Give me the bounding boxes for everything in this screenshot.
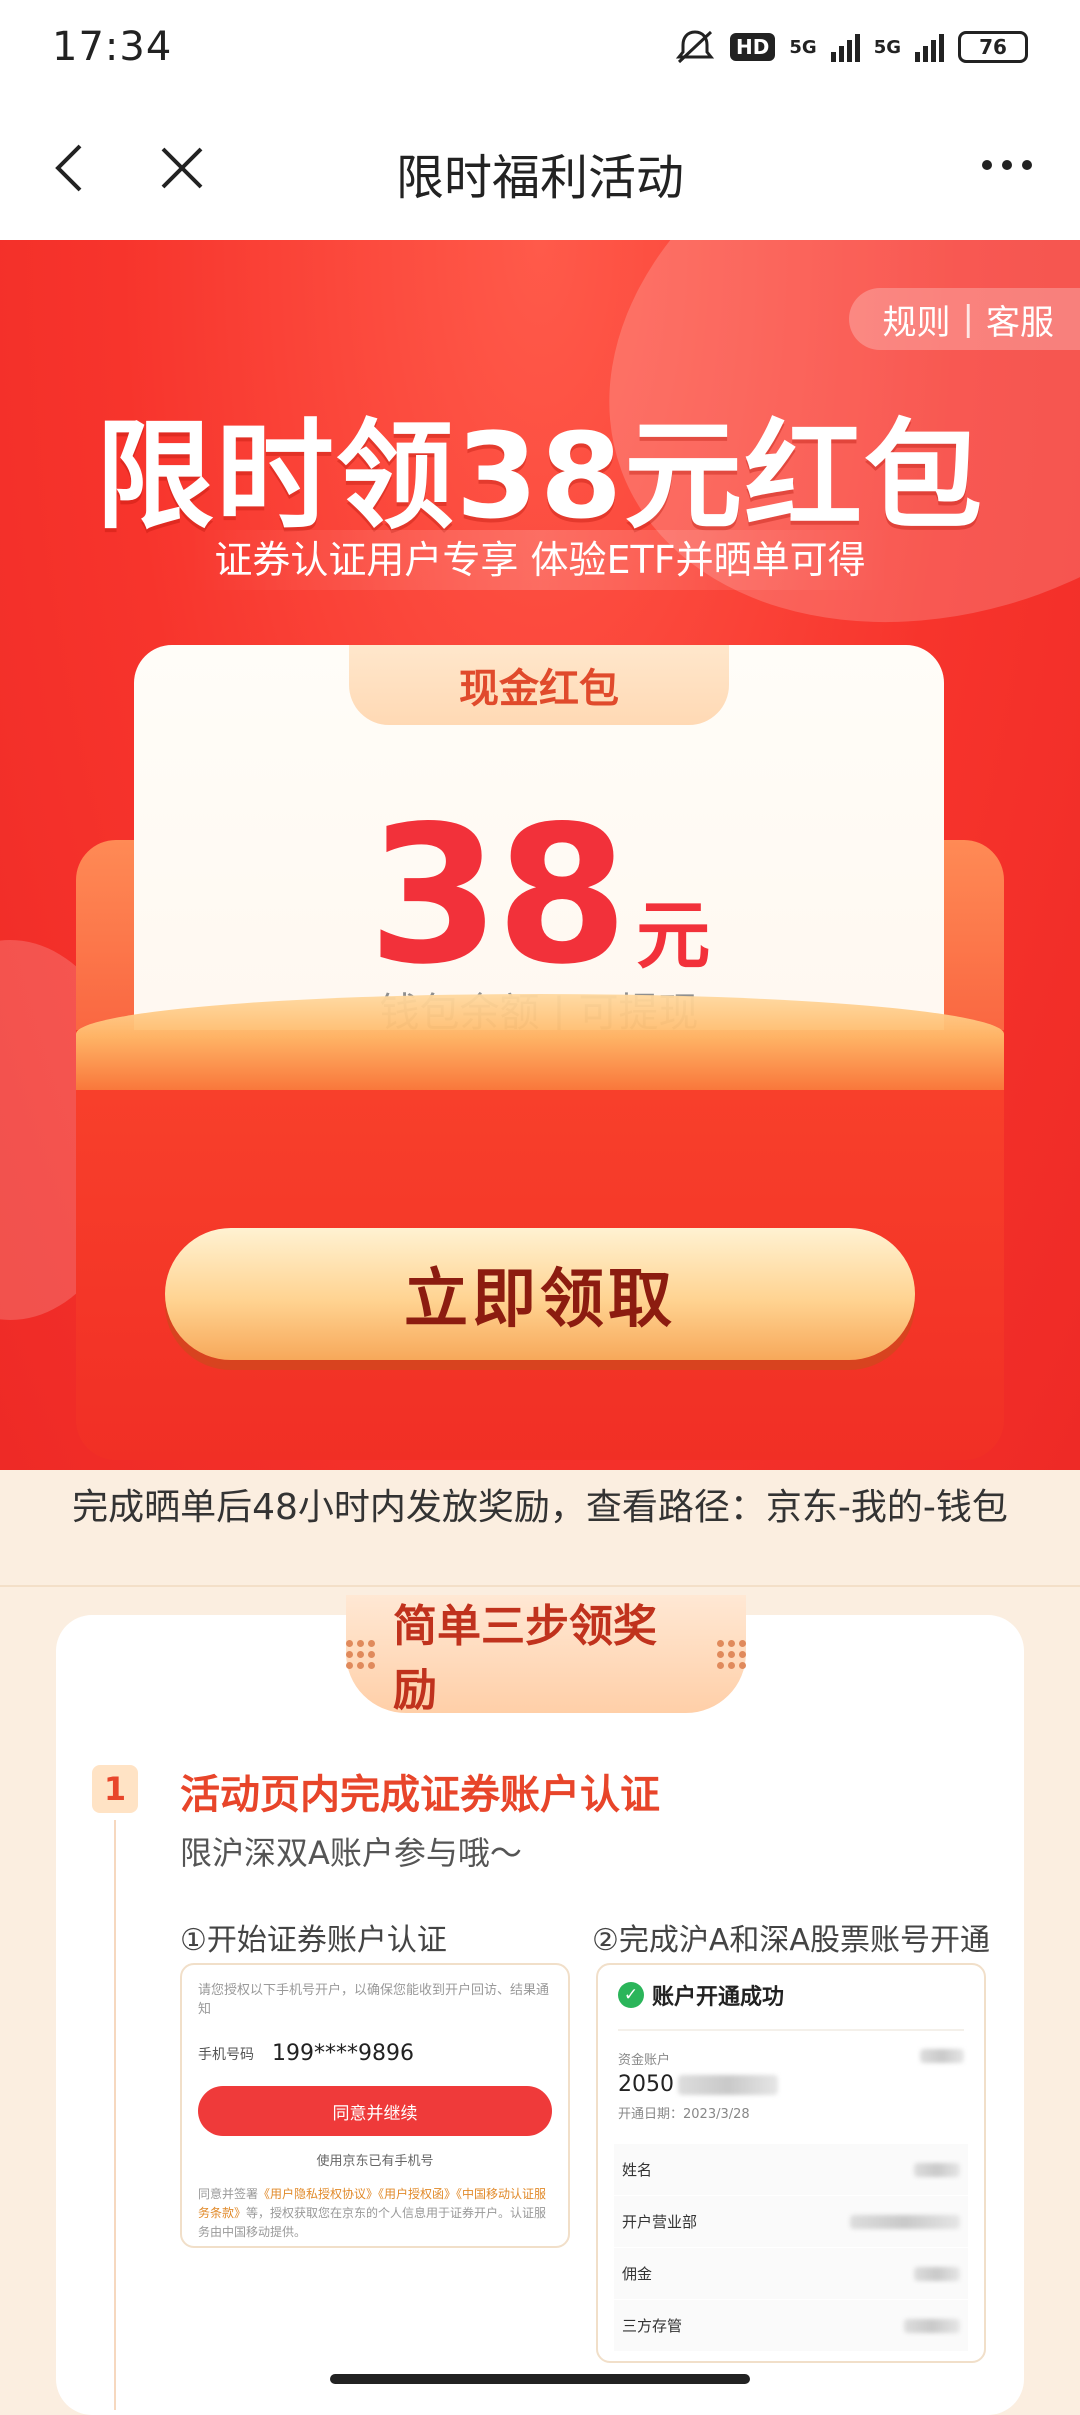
service-link[interactable]: 客服 bbox=[986, 295, 1054, 344]
info-row: 三方存管 bbox=[614, 2300, 968, 2352]
status-bar: 17:34 HD 5G 5G 76 bbox=[0, 0, 1080, 96]
step-col1-label: ①开始证券账户认证 bbox=[180, 1923, 447, 1958]
amount: 38 元 bbox=[134, 785, 944, 1006]
headline: 限时领38元红包 bbox=[95, 407, 985, 545]
account-label: 资金账户 bbox=[618, 2053, 671, 2068]
step-timeline bbox=[114, 1820, 116, 2410]
blurred-value bbox=[914, 2162, 960, 2177]
network-label-1: 5G bbox=[789, 36, 817, 58]
legal-text: 同意并签署《用户隐私授权协议》《用户授权函》《中国移动认证服务条款》等，授权获取… bbox=[198, 2185, 552, 2242]
rules-service-pill: 规则 | 客服 bbox=[848, 288, 1080, 350]
auth-hint: 请您授权以下手机号开户，以确保您能收到开户回访、结果通知 bbox=[198, 1983, 550, 2017]
agree-continue-button: 同意并继续 bbox=[198, 2086, 552, 2136]
step-subtitle: 限沪深双A账户参与哦～ bbox=[180, 1834, 522, 1872]
divider bbox=[0, 1585, 1080, 1587]
hd-icon: HD bbox=[730, 33, 776, 61]
envelope-lip bbox=[76, 994, 1004, 1090]
mute-alarm-icon bbox=[675, 30, 715, 64]
account-prefix: 2050 bbox=[618, 2072, 674, 2097]
status-time: 17:34 bbox=[52, 24, 173, 70]
rules-link[interactable]: 规则 bbox=[883, 295, 951, 344]
signal-icon bbox=[830, 32, 860, 62]
dots-icon bbox=[346, 1639, 375, 1669]
steps-title: 简单三步领奖励 bbox=[346, 1595, 746, 1716]
success-text: 账户开通成功 bbox=[652, 1985, 785, 2010]
legal-prefix: 同意并签署 bbox=[198, 2187, 259, 2201]
page-title: 限时福利活动 bbox=[395, 150, 684, 206]
phone-label: 手机号码 bbox=[198, 2046, 254, 2063]
step-title: 活动页内完成证券账户认证 bbox=[180, 1772, 660, 1818]
signal-icon-2 bbox=[915, 32, 944, 62]
steps-section: 简单三步领奖励 1 活动页内完成证券账户认证 限沪深双A账户参与哦～ ①开始证券… bbox=[56, 1595, 1024, 2415]
row-label: 佣金 bbox=[622, 2265, 653, 2283]
account-success-screenshot: ✓ 账户开通成功 资金账户 2050 开通日期：2023/3/28 姓名 开户营… bbox=[596, 1963, 986, 2363]
amount-value: 38 bbox=[367, 785, 628, 1006]
claim-button[interactable]: 立即领取 bbox=[165, 1228, 915, 1360]
use-other-phone: 使用京东已有手机号 bbox=[316, 2154, 434, 2169]
info-row: 开户营业部 bbox=[614, 2196, 968, 2248]
phone-row: 手机号码 199****9896 bbox=[198, 2041, 552, 2066]
legal-suffix: 等，授权获取您在京东的个人信息用于证券开户。认证服务由中国移动提供。 bbox=[198, 2206, 547, 2239]
step-col2-label: ②完成沪A和深A股票账号开通 bbox=[592, 1923, 990, 1958]
row-label: 开户营业部 bbox=[622, 2213, 698, 2231]
check-icon: ✓ bbox=[618, 1982, 644, 2008]
auth-screenshot: 请您授权以下手机号开户，以确保您能收到开户回访、结果通知 手机号码 199***… bbox=[180, 1963, 570, 2248]
home-indicator[interactable] bbox=[330, 2374, 750, 2384]
info-row: 姓名 bbox=[614, 2144, 968, 2196]
battery-icon: 76 bbox=[958, 31, 1028, 63]
hero-banner: 规则 | 客服 限时领38元红包 证券认证用户专享 体验ETF并晒单可得 现金红… bbox=[0, 240, 1080, 1470]
row-label: 姓名 bbox=[622, 2161, 653, 2179]
subheadline: 证券认证用户专享 体验ETF并晒单可得 bbox=[190, 530, 890, 590]
open-date: 开通日期：2023/3/28 bbox=[618, 2107, 750, 2122]
phone-number: 199****9896 bbox=[272, 2041, 414, 2066]
reward-notice: 完成晒单后48小时内发放奖励，查看路径：京东-我的-钱包 bbox=[72, 1487, 1008, 1528]
row-label: 三方存管 bbox=[622, 2317, 683, 2335]
account-number: 2050 bbox=[618, 2072, 964, 2097]
info-row: 佣金 bbox=[614, 2248, 968, 2300]
card-tag: 现金红包 bbox=[349, 645, 729, 725]
status-icons: HD 5G 5G 76 bbox=[674, 28, 1028, 66]
step-number-badge: 1 bbox=[92, 1765, 138, 1813]
success-row: ✓ 账户开通成功 bbox=[618, 1979, 964, 2011]
blurred-value bbox=[904, 2318, 960, 2333]
amount-unit: 元 bbox=[636, 893, 711, 979]
blurred-value bbox=[850, 2214, 960, 2229]
steps-title-text: 简单三步领奖励 bbox=[393, 1601, 657, 1716]
dots-icon bbox=[717, 1639, 746, 1669]
more-icon[interactable] bbox=[982, 160, 1032, 170]
blurred-value bbox=[920, 2049, 964, 2063]
blurred-value bbox=[914, 2266, 960, 2281]
network-label-2: 5G bbox=[873, 36, 901, 58]
blurred-value bbox=[678, 2074, 778, 2095]
nav-bar: 限时福利活动 bbox=[0, 96, 1080, 240]
